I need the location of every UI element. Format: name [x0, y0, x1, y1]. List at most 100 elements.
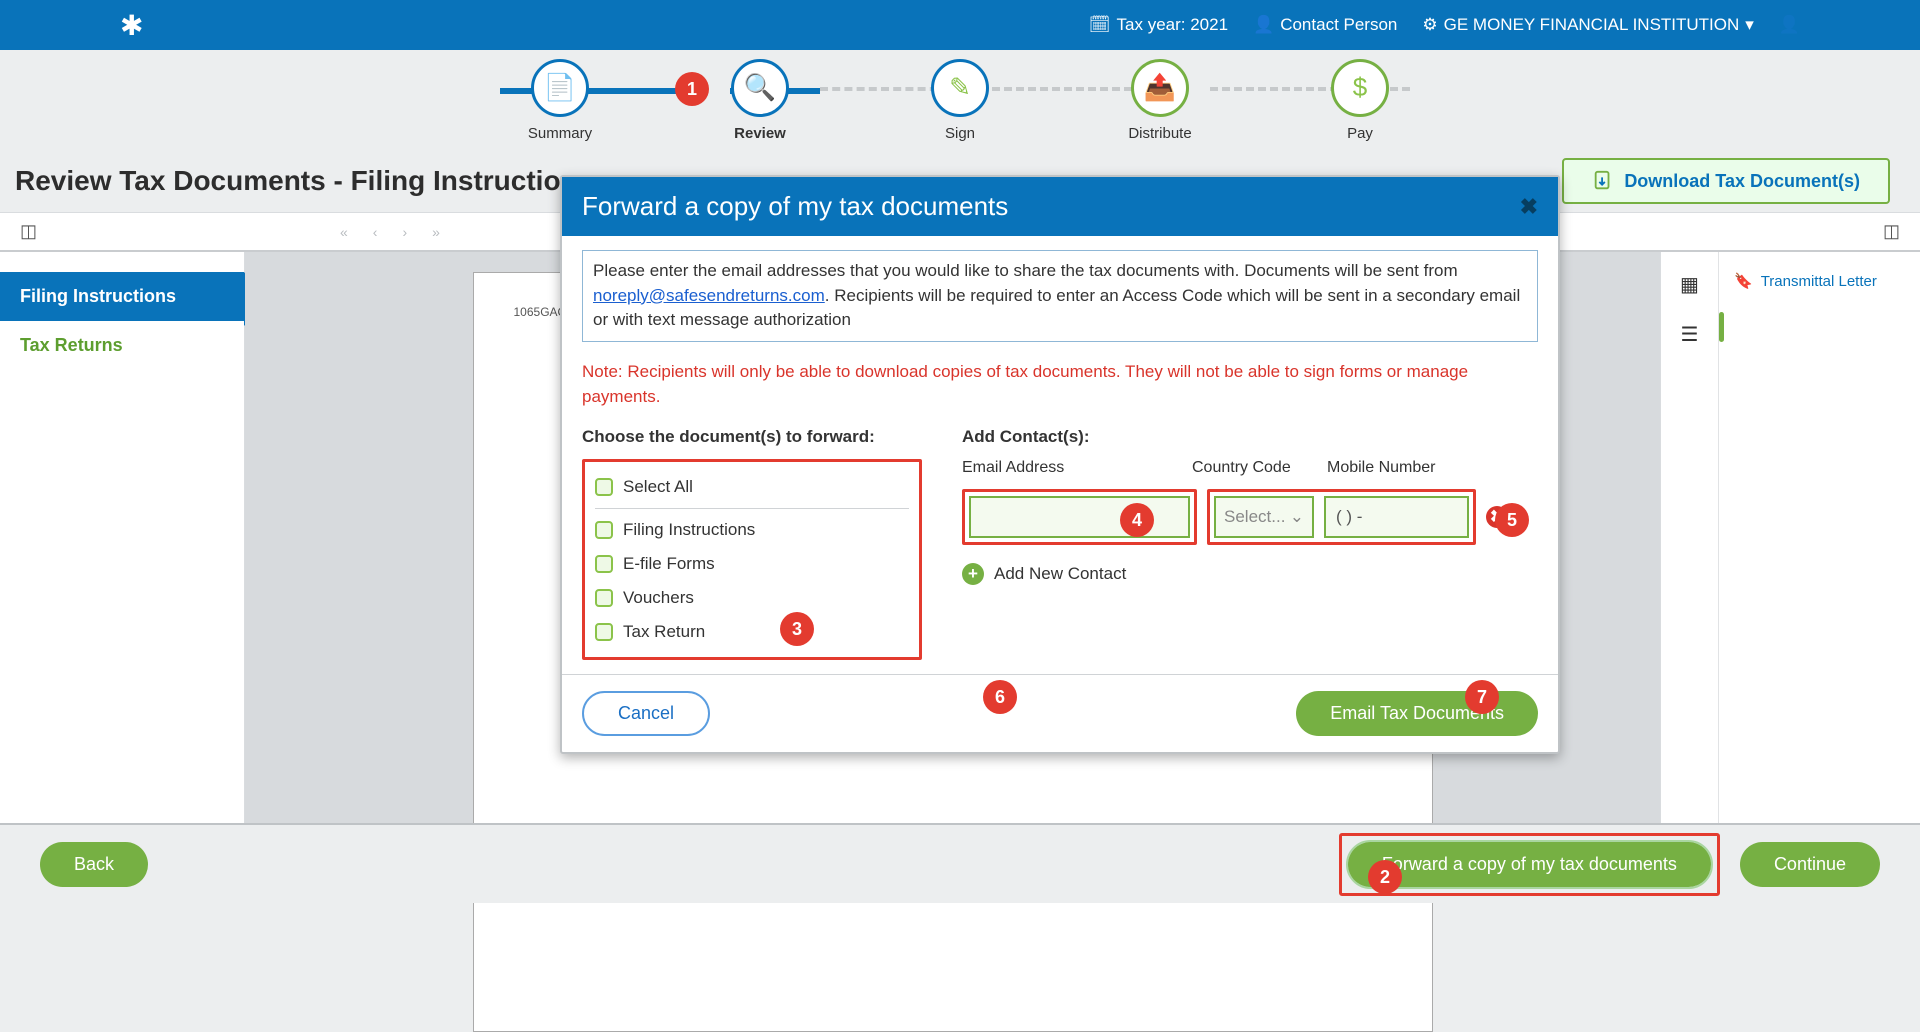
continue-button[interactable]: Continue [1740, 842, 1880, 887]
continue-label: Continue [1774, 854, 1846, 874]
top-bar: ✱ HATFIELD & A S S O C I A T E S 🗓 Tax y… [0, 0, 1920, 50]
doc-code: 1065GAO [514, 305, 567, 319]
country-code-select[interactable]: Select... ⌄ [1214, 496, 1314, 538]
thumbnails-icon[interactable]: ▦ [1680, 272, 1699, 297]
brand-logo-icon: ✱ [120, 9, 143, 42]
step-sign[interactable]: ✎ Sign [860, 59, 1060, 142]
phone-input-highlight: Select... ⌄ ( ) - [1207, 489, 1476, 545]
document-icon: 📄 [544, 72, 576, 103]
email-col-label: Email Address [962, 459, 1192, 477]
step-review-label: Review [734, 125, 786, 142]
dollar-icon: $ [1353, 72, 1367, 103]
checkbox-filing-instructions[interactable]: Filing Instructions [595, 513, 909, 547]
checkbox-icon [595, 555, 613, 573]
bookmark-transmittal[interactable]: 🔖 Transmittal Letter [1734, 272, 1877, 290]
pager-prev-icon[interactable]: ‹ [373, 224, 378, 240]
person-icon: 👤 [1253, 15, 1274, 35]
tab-returns-label: Tax Returns [20, 335, 123, 355]
forward-label: Forward a copy of my tax documents [1382, 854, 1677, 874]
right-sidebar-toggle-icon[interactable]: ◫ [1883, 221, 1900, 242]
forward-copy-button[interactable]: Forward a copy of my tax documents [1348, 842, 1711, 887]
modal-header: Forward a copy of my tax documents ✖ [562, 177, 1558, 236]
checkbox-icon [595, 589, 613, 607]
page-title: Review Tax Documents - Filing Instructio… [15, 165, 593, 197]
taxreturn-label: Tax Return [623, 622, 705, 642]
step-pay[interactable]: $ Pay [1260, 59, 1460, 142]
company-dropdown[interactable]: ⚙ GE MONEY FINANCIAL INSTITUTION ▾ [1422, 15, 1753, 35]
step-summary-label: Summary [528, 125, 592, 142]
modal-title: Forward a copy of my tax documents [582, 191, 1008, 222]
add-contacts-title: Add Contact(s): [962, 427, 1538, 447]
mobile-col-label: Mobile Number [1327, 459, 1467, 477]
pager-next-icon[interactable]: › [402, 224, 407, 240]
checkbox-select-all[interactable]: Select All [595, 470, 909, 504]
efile-label: E-file Forms [623, 554, 715, 574]
user-icon[interactable]: 👤 [1779, 15, 1800, 35]
left-sidebar-toggle-icon[interactable]: ◫ [20, 221, 37, 242]
callout-3: 3 [780, 612, 814, 646]
forward-documents-modal: Forward a copy of my tax documents ✖ Ple… [560, 175, 1560, 754]
back-label: Back [74, 854, 114, 874]
calendar-icon: 🗓 [1089, 15, 1111, 35]
plus-icon: + [962, 563, 984, 585]
contact-person-label: Contact Person [1280, 15, 1397, 35]
code-col-label: Country Code [1192, 459, 1327, 477]
tax-year-label: Tax year: 2021 [1117, 15, 1229, 35]
tab-filing-instructions[interactable]: Filing Instructions [0, 272, 244, 321]
choose-docs-title: Choose the document(s) to forward: [582, 427, 922, 447]
tab-filing-label: Filing Instructions [20, 286, 176, 306]
download-icon [1592, 170, 1614, 192]
cancel-label: Cancel [618, 703, 674, 723]
gear-icon: ⚙ [1422, 15, 1437, 35]
callout-5: 5 [1495, 503, 1529, 537]
download-label: Download Tax Document(s) [1624, 171, 1860, 192]
modal-instructions: Please enter the email addresses that yo… [582, 250, 1538, 342]
tab-tax-returns[interactable]: Tax Returns [0, 321, 244, 370]
add-contact-label: Add New Contact [994, 564, 1126, 584]
tax-year-selector[interactable]: 🗓 Tax year: 2021 [1089, 15, 1228, 35]
callout-6: 6 [983, 680, 1017, 714]
chevron-down-icon: ⌄ [1290, 507, 1304, 527]
checkbox-vouchers[interactable]: Vouchers [595, 581, 909, 615]
right-rail: ▦ ☰ 🔖 Transmittal Letter [1660, 252, 1920, 857]
download-tax-documents-button[interactable]: Download Tax Document(s) [1562, 158, 1890, 204]
step-distribute-label: Distribute [1128, 125, 1191, 142]
stepper: 📄 Summary 🔍 Review ✎ Sign 📤 Distribute $… [0, 50, 1920, 150]
contact-person-link[interactable]: 👤 Contact Person [1253, 15, 1397, 35]
add-new-contact-button[interactable]: + Add New Contact [962, 563, 1538, 585]
pager-first-icon[interactable]: « [340, 224, 348, 240]
checkbox-efile-forms[interactable]: E-file Forms [595, 547, 909, 581]
checkbox-icon [595, 478, 613, 496]
checkbox-icon [595, 623, 613, 641]
step-distribute[interactable]: 📤 Distribute [1060, 59, 1260, 142]
info-pre: Please enter the email addresses that yo… [593, 261, 1458, 280]
filing-label: Filing Instructions [623, 520, 755, 540]
bookmark-icon: 🔖 [1734, 272, 1753, 290]
country-code-placeholder: Select... [1224, 507, 1285, 527]
vouchers-label: Vouchers [623, 588, 694, 608]
outline-icon[interactable]: ☰ [1681, 322, 1699, 347]
callout-1: 1 [675, 72, 709, 106]
checkbox-tax-return[interactable]: Tax Return [595, 615, 909, 649]
chevron-down-icon: ▾ [1745, 15, 1754, 35]
contact-column-headers: Email Address Country Code Mobile Number [962, 459, 1538, 477]
modal-cancel-button[interactable]: Cancel [582, 691, 710, 736]
email-input-highlight [962, 489, 1197, 545]
step-sign-label: Sign [945, 125, 975, 142]
modal-note: Note: Recipients will only be able to do… [582, 360, 1538, 409]
modal-close-icon[interactable]: ✖ [1520, 194, 1538, 220]
callout-4: 4 [1120, 503, 1154, 537]
noreply-email-link[interactable]: noreply@safesendreturns.com [593, 286, 825, 305]
pager-last-icon[interactable]: » [432, 224, 440, 240]
doc-checklist-highlight: Select All Filing Instructions E-file Fo… [582, 459, 922, 660]
step-summary[interactable]: 📄 Summary [460, 59, 660, 142]
distribute-icon: 📤 [1144, 72, 1176, 103]
email-tax-documents-button[interactable]: Email Tax Documents [1296, 691, 1538, 736]
mobile-number-input[interactable]: ( ) - [1324, 496, 1469, 538]
back-button[interactable]: Back [40, 842, 148, 887]
accent-bar [1719, 312, 1724, 342]
step-pay-label: Pay [1347, 125, 1373, 142]
email-input[interactable] [969, 496, 1190, 538]
checkbox-icon [595, 521, 613, 539]
company-name: GE MONEY FINANCIAL INSTITUTION [1444, 15, 1740, 35]
